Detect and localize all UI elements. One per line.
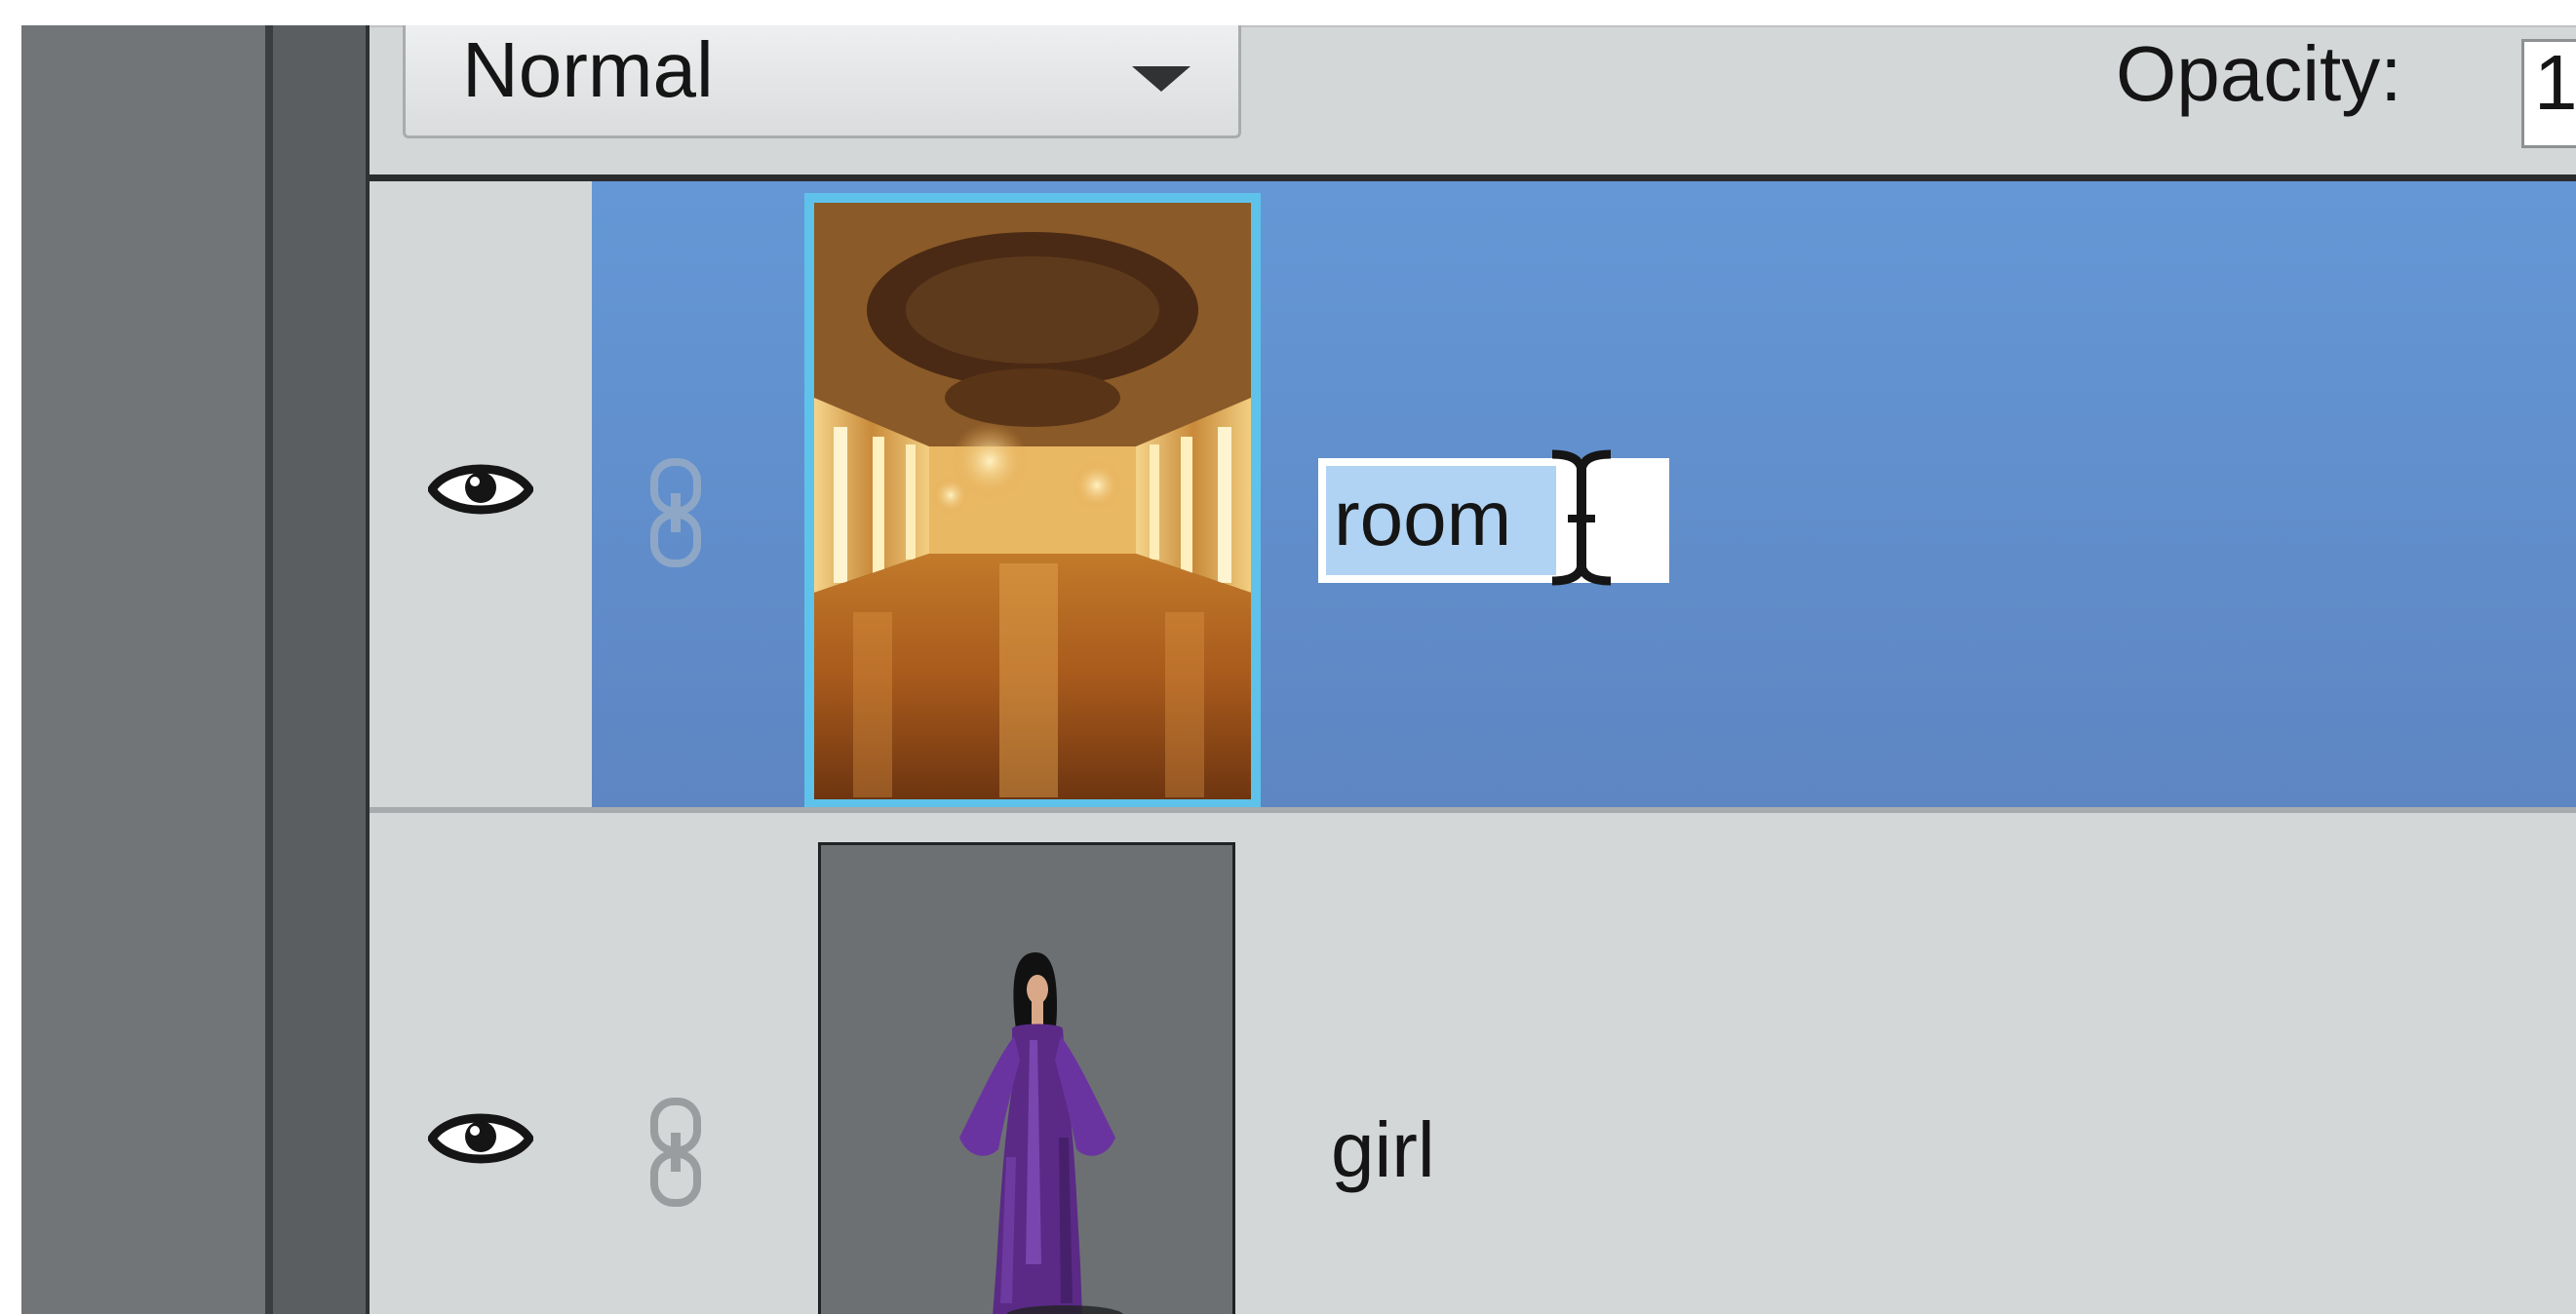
ballroom-image: [814, 203, 1251, 799]
layer-thumbnail-room[interactable]: [804, 193, 1261, 809]
eye-icon[interactable]: [428, 1103, 533, 1174]
blend-mode-value: Normal: [462, 26, 714, 113]
blend-mode-dropdown[interactable]: Normal: [403, 25, 1241, 138]
girl-image: [959, 952, 1123, 1314]
chevron-down-icon: [1132, 66, 1190, 92]
link-icon[interactable]: [644, 456, 707, 569]
layer-name-editor[interactable]: room: [1318, 449, 1669, 586]
opacity-input[interactable]: 1: [2521, 39, 2576, 148]
link-icon[interactable]: [644, 1096, 707, 1209]
layer-row-girl[interactable]: girl: [370, 813, 2576, 1314]
gutter-separator: [265, 25, 273, 1314]
panel-edge-bar: [273, 25, 366, 1314]
opacity-label: Opacity:: [2116, 30, 2402, 117]
layer-thumbnail-girl[interactable]: [818, 842, 1235, 1314]
opacity-value: 1: [2534, 39, 2576, 126]
layers-panel-screenshot: Normal Opacity: 1 room girl: [0, 0, 2576, 1314]
layer-name-room[interactable]: room: [1334, 480, 1511, 558]
eye-icon[interactable]: [428, 454, 533, 524]
workspace-gutter: [21, 25, 265, 1314]
layer-row-room[interactable]: room: [370, 181, 2576, 811]
layer-name-girl[interactable]: girl: [1331, 1111, 1435, 1189]
toolbar-divider: [370, 174, 2576, 181]
text-cursor-icon: [1551, 449, 1612, 586]
